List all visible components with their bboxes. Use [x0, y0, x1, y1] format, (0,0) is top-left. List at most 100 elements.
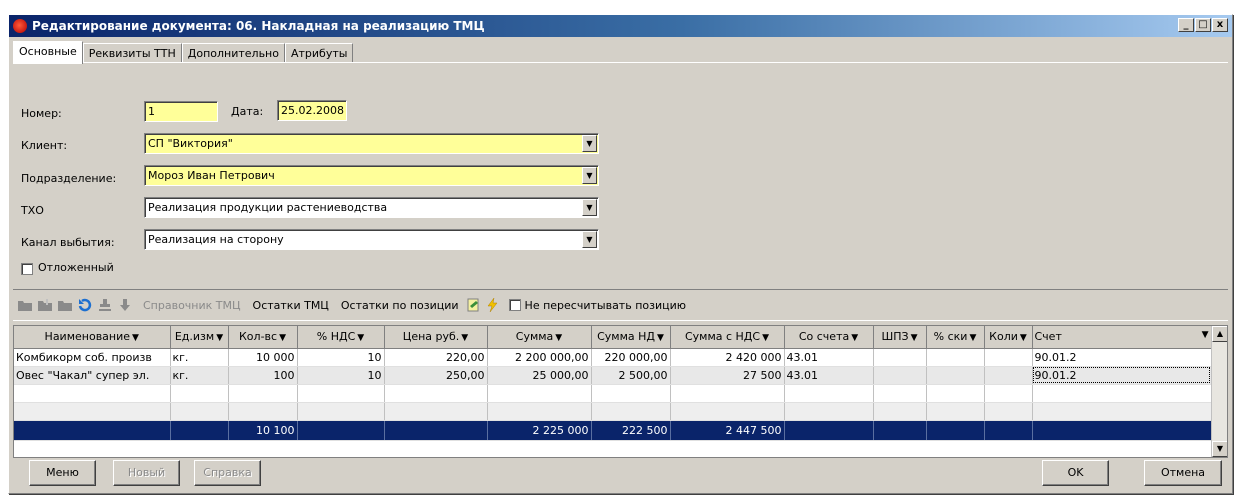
window-title: Редактирование документа: 06. Накладная … — [32, 19, 485, 33]
cell-unit[interactable]: кг. — [170, 348, 229, 367]
cell-vat-sum[interactable]: 2 500,00 — [591, 366, 671, 385]
no-recalc-label: Не пересчитывать позицию — [524, 298, 687, 312]
cell-sum[interactable]: 2 200 000,00 — [487, 348, 592, 367]
division-combo[interactable]: Мороз Иван Петрович ▼ — [144, 165, 599, 186]
empty-row[interactable] — [14, 384, 1212, 403]
cell-sum[interactable]: 25 000,00 — [487, 366, 592, 385]
cancel-button[interactable]: Отмена — [1144, 460, 1222, 486]
col-header-unit[interactable]: Ед.изм ▼ — [170, 326, 229, 349]
cell-shpz[interactable] — [873, 366, 927, 385]
document-edit-window: Редактирование документа: 06. Накладная … — [8, 14, 1233, 494]
deferred-checkbox[interactable] — [21, 263, 33, 275]
chevron-down-icon: ▼ — [216, 333, 224, 344]
txo-combo[interactable]: Реализация продукции растениеводства ▼ — [144, 197, 599, 218]
empty-row[interactable] — [14, 402, 1212, 421]
chevron-down-icon[interactable]: ▼ — [582, 199, 597, 216]
cell-account[interactable]: 90.01.2 — [1032, 366, 1212, 385]
client-combo[interactable]: СП "Виктория" ▼ — [144, 133, 599, 154]
no-recalc-checkbox[interactable] — [508, 299, 521, 311]
cell-from-account[interactable]: 43.01 — [784, 366, 874, 385]
table-row[interactable]: Комбикорм соб. произв кг. 10 000 10 220,… — [14, 348, 1212, 367]
chevron-down-icon[interactable]: ▼ — [582, 167, 597, 184]
number-label: Номер: — [21, 107, 62, 120]
chevron-down-icon: ▼ — [461, 333, 469, 344]
cell-discount[interactable] — [926, 366, 985, 385]
title-bar[interactable]: Редактирование документа: 06. Накладная … — [9, 15, 1232, 37]
stamp-icon[interactable] — [97, 298, 113, 312]
tab-additional[interactable]: Дополнительно — [181, 43, 285, 63]
cell-name[interactable]: Овес "Чакал" супер эл. — [14, 366, 171, 385]
number-field[interactable]: 1 — [144, 101, 218, 122]
col-header-vat-pct[interactable]: % НДС ▼ — [297, 326, 385, 349]
scroll-up-icon[interactable]: ▲ — [1212, 326, 1227, 342]
total-vat-sum: 222 500 — [591, 420, 671, 441]
col-header-account[interactable]: Счет ▼ — [1032, 326, 1212, 349]
folder-add-icon[interactable] — [37, 298, 53, 312]
scroll-down-icon[interactable]: ▼ — [1212, 441, 1227, 457]
maximize-button[interactable]: □ — [1195, 18, 1211, 32]
cell-vat-pct[interactable]: 10 — [297, 366, 385, 385]
division-label: Подразделение: — [21, 172, 117, 185]
cell-count[interactable] — [984, 348, 1033, 367]
lightning-icon[interactable] — [485, 298, 501, 312]
cell-quantity[interactable]: 100 — [228, 366, 298, 385]
col-header-from-account[interactable]: Со счета ▼ — [784, 326, 874, 349]
cell-from-account[interactable]: 43.01 — [784, 348, 874, 367]
col-header-price[interactable]: Цена руб. ▼ — [384, 326, 488, 349]
col-header-shpz[interactable]: ШПЗ ▼ — [873, 326, 927, 349]
ok-button[interactable]: OK — [1042, 460, 1109, 486]
cell-vat-pct[interactable]: 10 — [297, 348, 385, 367]
document-edit-icon[interactable] — [465, 298, 481, 312]
cell-count[interactable] — [984, 366, 1033, 385]
grid-toolbar: Справочник ТМЦ Остатки ТМЦ Остатки по по… — [13, 289, 1228, 321]
totals-row: 10 100 2 225 000 222 500 2 447 500 — [14, 420, 1212, 441]
menu-button[interactable]: Меню — [29, 460, 96, 486]
cell-sum-with-vat[interactable]: 2 420 000 — [670, 348, 785, 367]
date-field[interactable]: 25.02.2008 — [277, 100, 347, 121]
main-form-panel: Номер: 1 Дата: 25.02.2008 Клиент: СП "Ви… — [13, 62, 1228, 287]
cell-price[interactable]: 250,00 — [384, 366, 488, 385]
stock-by-position-button[interactable]: Остатки по позиции — [341, 299, 459, 312]
chevron-down-icon: ▼ — [910, 333, 918, 344]
cell-account[interactable]: 90.01.2 — [1032, 348, 1212, 367]
tab-attributes[interactable]: Атрибуты — [284, 43, 354, 63]
refresh-icon[interactable] — [77, 298, 93, 312]
total-cell — [384, 420, 488, 441]
col-header-name[interactable]: Наименование ▼ — [14, 326, 171, 349]
reference-tmc-button[interactable]: Справочник ТМЦ — [143, 299, 241, 312]
chevron-down-icon: ▼ — [1201, 330, 1209, 341]
col-header-vat-sum[interactable]: Сумма НД ▼ — [591, 326, 671, 349]
help-button[interactable]: Справка — [194, 460, 261, 486]
col-header-discount[interactable]: % ски ▼ — [926, 326, 985, 349]
tab-ttn-details[interactable]: Реквизиты ТТН — [82, 43, 182, 63]
cell-vat-sum[interactable]: 220 000,00 — [591, 348, 671, 367]
cell-shpz[interactable] — [873, 348, 927, 367]
col-header-sum[interactable]: Сумма ▼ — [487, 326, 592, 349]
date-label: Дата: — [231, 105, 264, 118]
cell-quantity[interactable]: 10 000 — [228, 348, 298, 367]
col-header-count[interactable]: Коли ▼ — [984, 326, 1033, 349]
minimize-button[interactable]: _ — [1178, 18, 1194, 32]
arrow-down-icon[interactable] — [117, 298, 133, 312]
cell-price[interactable]: 220,00 — [384, 348, 488, 367]
cell-name[interactable]: Комбикорм соб. произв — [14, 348, 171, 367]
folder-edit-icon[interactable] — [57, 298, 73, 312]
table-row[interactable]: Овес "Чакал" супер эл. кг. 100 10 250,00… — [14, 366, 1212, 385]
folder-open-icon[interactable] — [17, 298, 33, 312]
cell-unit[interactable]: кг. — [170, 366, 229, 385]
stock-tmc-button[interactable]: Остатки ТМЦ — [253, 299, 329, 312]
total-sum: 2 225 000 — [487, 420, 592, 441]
col-header-sum-with-vat[interactable]: Сумма с НДС ▼ — [670, 326, 785, 349]
chevron-down-icon[interactable]: ▼ — [582, 135, 597, 152]
grid-vertical-scrollbar[interactable]: ▲ ▼ — [1211, 326, 1227, 457]
new-button[interactable]: Новый — [113, 460, 180, 486]
channel-combo[interactable]: Реализация на сторону ▼ — [144, 229, 599, 250]
tab-strip: Основные Реквизиты ТТН Дополнительно Атр… — [13, 41, 354, 64]
cell-sum-with-vat[interactable]: 27 500 — [670, 366, 785, 385]
chevron-down-icon[interactable]: ▼ — [582, 231, 597, 248]
tab-main[interactable]: Основные — [13, 41, 83, 64]
close-button[interactable]: x — [1212, 18, 1228, 32]
col-header-quantity[interactable]: Кол-вс ▼ — [228, 326, 298, 349]
cell-discount[interactable] — [926, 348, 985, 367]
total-sum-with-vat: 2 447 500 — [670, 420, 785, 441]
